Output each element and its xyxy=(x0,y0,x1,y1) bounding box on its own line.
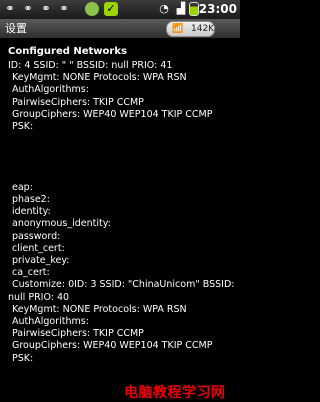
usb-icon: ⚭ xyxy=(23,2,33,15)
config-line: ID: 4 SSID: " " BSSID: null PRIO: 41 xyxy=(8,60,173,71)
config-line xyxy=(8,145,234,157)
config-line xyxy=(8,170,234,182)
battery-icon xyxy=(189,2,199,16)
network-config-text: ID: 4 SSID: " " BSSID: null PRIO: 41 Key… xyxy=(8,60,234,365)
traffic-indicator: 📶 142K xyxy=(166,21,215,37)
section-heading: Configured Networks xyxy=(8,46,127,57)
config-line: GroupCiphers: WEP40 WEP104 TKIP CCMP xyxy=(12,108,213,120)
usb-icon: ⚭ xyxy=(5,2,15,15)
title-bar: 设置 📶 142K xyxy=(0,19,240,38)
config-line: ca_cert: xyxy=(12,267,50,279)
android-icon xyxy=(85,2,99,16)
config-line: GroupCiphers: WEP40 WEP104 TKIP CCMP xyxy=(12,340,213,352)
config-line xyxy=(8,133,234,145)
config-line: PairwiseCiphers: TKIP CCMP xyxy=(12,328,144,340)
config-line: AuthAlgorithms: xyxy=(12,84,89,96)
config-line: private_key: xyxy=(12,255,70,266)
config-line: PSK: xyxy=(12,120,34,132)
network-config-panel: Configured Networks ID: 4 SSID: " " BSSI… xyxy=(0,38,240,400)
usb-icon: ⚭ xyxy=(41,2,51,15)
config-line: KeyMgmt: NONE Protocols: WPA RSN xyxy=(12,72,187,84)
config-line: AuthAlgorithms: xyxy=(12,315,89,327)
usb-icon: ⚭ xyxy=(59,2,69,15)
wifi-icon: 📶 xyxy=(172,24,184,34)
config-line: identity: xyxy=(12,206,51,218)
wifi-icon: ◔ xyxy=(159,2,169,15)
watermark: 电脑教程学习网 xyxy=(124,385,226,401)
page-title: 设置 xyxy=(5,22,27,35)
update-icon: ✓ xyxy=(104,2,118,16)
config-line: PSK: xyxy=(12,352,34,364)
config-line: client_cert: xyxy=(12,242,65,254)
traffic-rate: 142K xyxy=(191,24,215,34)
config-line: KeyMgmt: NONE Protocols: WPA RSN xyxy=(12,303,187,315)
config-line: anonymous_identity: xyxy=(12,218,111,230)
config-line: eap: xyxy=(12,181,33,193)
config-line: PairwiseCiphers: TKIP CCMP xyxy=(12,96,144,108)
config-line xyxy=(8,158,234,170)
config-line: null PRIO: 40 xyxy=(8,291,70,303)
config-line: Customize: 0ID: 3 SSID: "ChinaUnicom" BS… xyxy=(12,279,235,291)
signal-icon: ▟ xyxy=(176,2,186,15)
config-line: password: xyxy=(12,230,61,242)
status-time: 23:00 xyxy=(198,2,237,16)
status-bar: ⚭ ⚭ ⚭ ⚭ ✓ ◔ ▟ 23:00 xyxy=(0,0,240,19)
config-line: phase2: xyxy=(12,194,50,206)
